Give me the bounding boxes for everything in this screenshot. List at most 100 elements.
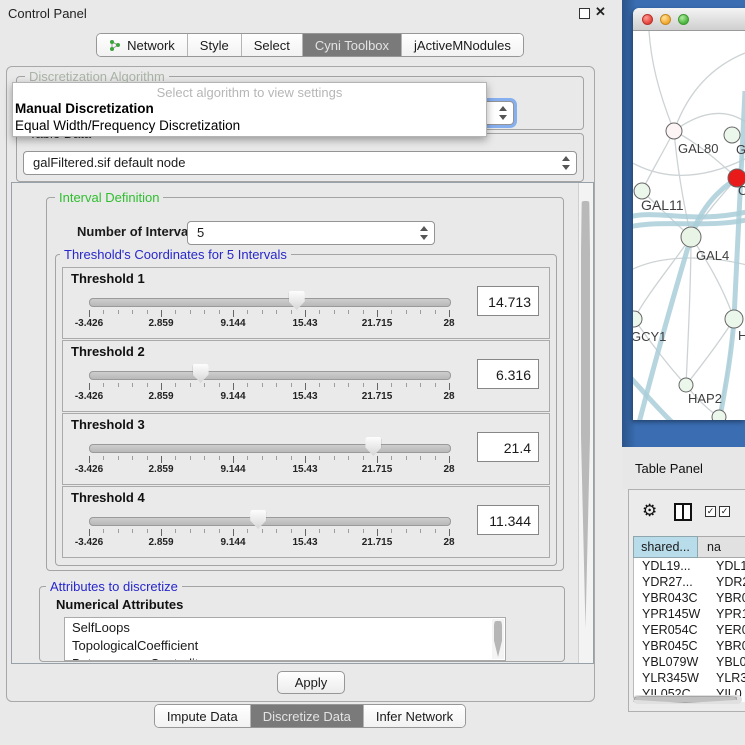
table-panel-toolbar: ⚙ ✓ ✓ (629, 490, 745, 534)
network-edge[interactable] (633, 156, 745, 175)
network-node-label: C (738, 183, 745, 198)
num-intervals-spinner[interactable]: 5 (187, 221, 435, 245)
cell-name[interactable]: YDL1 (706, 558, 745, 574)
table-row[interactable]: YPR145WYPR1 (634, 606, 745, 622)
slider-track[interactable] (89, 444, 451, 453)
screen: Control Panel ✕ NetworkStyleSelectCyni T… (0, 0, 745, 745)
network-node-label: GAL4 (696, 248, 729, 263)
tab-style[interactable]: Style (188, 34, 242, 56)
cell-shared-name[interactable]: YLR345W (634, 670, 706, 686)
slider-thumb[interactable] (250, 510, 266, 529)
spinner-stepper-icon[interactable] (419, 226, 428, 240)
table-data-combobox[interactable]: galFiltered.sif default node (23, 151, 577, 175)
tab-jactivemnodules[interactable]: jActiveMNodules (402, 34, 523, 56)
slider-tick-label: -3.426 (75, 464, 103, 475)
threshold-value-field[interactable]: 21.4 (477, 432, 539, 462)
threshold-slider[interactable]: -3.4262.8599.14415.4321.71528 (89, 436, 449, 480)
columns-icon[interactable] (674, 503, 692, 521)
threshold-value-field[interactable]: 6.316 (477, 359, 539, 389)
tab-select[interactable]: Select (242, 34, 303, 56)
tab-network[interactable]: Network (97, 34, 188, 56)
combo-stepper-icon[interactable] (498, 106, 507, 120)
table-row[interactable]: YDL19...YDL1 (634, 558, 745, 574)
attribute-list-item[interactable]: TopologicalCoefficient (72, 637, 505, 655)
network-node[interactable] (712, 410, 726, 420)
network-edge[interactable] (691, 178, 737, 237)
scrollbar-thumb[interactable] (581, 201, 590, 628)
threshold-value-field[interactable]: 11.344 (477, 505, 539, 535)
settings-vertical-scrollbar[interactable] (578, 183, 593, 663)
tab-cyni-toolbox[interactable]: Cyni Toolbox (303, 34, 402, 56)
float-window-icon[interactable] (579, 8, 590, 19)
apply-button[interactable]: Apply (277, 671, 345, 694)
cell-name[interactable]: YBR0 (706, 638, 745, 654)
thresholds-group: Threshold's Coordinates for 5 Intervals … (55, 254, 557, 566)
cell-shared-name[interactable]: YBL079W (634, 654, 706, 670)
network-node[interactable] (725, 310, 743, 328)
table-row[interactable]: YBR043CYBR0 (634, 590, 745, 606)
mac-minimize-icon[interactable] (660, 14, 671, 25)
cell-name[interactable]: YLR3 (706, 670, 745, 686)
slider-thumb[interactable] (365, 437, 381, 456)
slider-track[interactable] (89, 298, 451, 307)
table-row[interactable]: YBR045CYBR0 (634, 638, 745, 654)
slider-track[interactable] (89, 371, 451, 380)
network-canvas[interactable]: GAL80GAGAL11CGAL4GCY1HHAP2 (633, 31, 745, 420)
network-node[interactable] (679, 378, 693, 392)
bottom-tab-impute-data[interactable]: Impute Data (155, 705, 251, 727)
slider-track[interactable] (89, 517, 451, 526)
network-edge[interactable] (649, 31, 674, 131)
threshold-slider[interactable]: -3.4262.8599.14415.4321.71528 (89, 290, 449, 334)
attribute-list-item[interactable]: SelfLoops (72, 619, 505, 637)
network-node[interactable] (666, 123, 682, 139)
table-row[interactable]: YBL079WYBL0 (634, 654, 745, 670)
network-edge[interactable] (674, 53, 745, 131)
cell-shared-name[interactable]: YER054C (634, 622, 706, 638)
slider-thumb[interactable] (289, 291, 305, 310)
bottom-tab-infer-network[interactable]: Infer Network (364, 705, 465, 727)
dropdown-item-equal-width[interactable]: Equal Width/Frequency Discretization (13, 117, 486, 134)
network-edge[interactable] (634, 237, 691, 319)
gear-icon[interactable]: ⚙ (642, 501, 657, 521)
network-edge[interactable] (642, 131, 674, 191)
threshold-value-field[interactable]: 14.713 (477, 286, 539, 316)
network-node[interactable] (633, 311, 642, 327)
dropdown-item-manual-discretization[interactable]: Manual Discretization (13, 100, 486, 117)
network-edge-thick[interactable] (633, 219, 745, 227)
mac-zoom-icon[interactable] (678, 14, 689, 25)
table-row[interactable]: YLR345WYLR3 (634, 670, 745, 686)
network-node[interactable] (681, 227, 701, 247)
slider-thumb[interactable] (193, 364, 209, 383)
cell-shared-name[interactable]: YDR27... (634, 574, 706, 590)
threshold-slider[interactable]: -3.4262.8599.14415.4321.71528 (89, 509, 449, 553)
attribute-list-item[interactable]: BetweennessCentrality (72, 655, 505, 661)
close-icon[interactable]: ✕ (595, 4, 606, 20)
cell-shared-name[interactable]: YDL19... (634, 558, 706, 574)
cell-name[interactable]: YDR2 (706, 574, 745, 590)
network-node[interactable] (724, 127, 740, 143)
checkbox-icon[interactable]: ✓ (705, 506, 716, 517)
numerical-attributes-list[interactable]: SelfLoopsTopologicalCoefficientBetweenne… (64, 617, 506, 661)
column-header-name[interactable]: na (698, 536, 745, 558)
cell-shared-name[interactable]: YPR145W (634, 606, 706, 622)
cell-name[interactable]: YBL0 (706, 654, 745, 670)
cell-shared-name[interactable]: YBR043C (634, 590, 706, 606)
cell-name[interactable]: YBR0 (706, 590, 745, 606)
table-row[interactable]: YER054CYER0 (634, 622, 745, 638)
mac-close-icon[interactable] (642, 14, 653, 25)
bottom-tab-discretize-data[interactable]: Discretize Data (251, 705, 364, 727)
cell-name[interactable]: YPR1 (706, 606, 745, 622)
checkbox-icon[interactable]: ✓ (719, 506, 730, 517)
combo-stepper-icon[interactable] (561, 156, 570, 170)
slider-tick-label: 15.43 (292, 391, 317, 402)
tab-label: Discretize Data (263, 709, 351, 724)
table-row[interactable]: YDR27...YDR2 (634, 574, 745, 590)
attributes-scrollbar[interactable] (492, 619, 504, 659)
threshold-slider[interactable]: -3.4262.8599.14415.4321.71528 (89, 363, 449, 407)
scrollbar-thumb[interactable] (634, 696, 737, 703)
dropdown-placeholder-item[interactable]: Select algorithm to view settings (13, 85, 486, 100)
cell-name[interactable]: YER0 (706, 622, 745, 638)
column-header-shared-name[interactable]: shared... (633, 536, 698, 558)
cell-shared-name[interactable]: YBR045C (634, 638, 706, 654)
table-horizontal-scrollbar[interactable] (633, 695, 742, 704)
